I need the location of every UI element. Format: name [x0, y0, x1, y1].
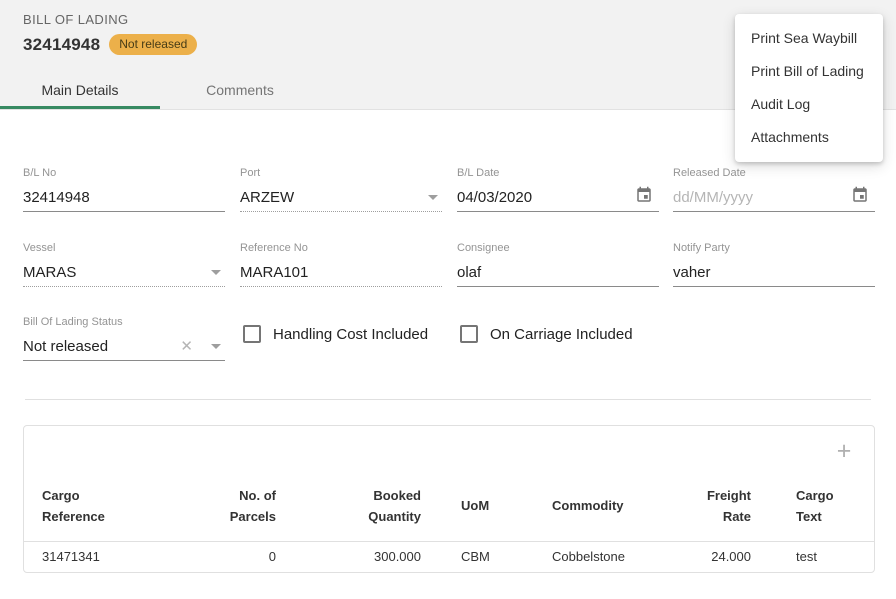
bl-date-label: B/L Date — [457, 167, 659, 183]
port-value: ARZEW — [240, 189, 422, 206]
col-freight-rate: Freight Rate — [697, 471, 751, 541]
field-consignee: Consignee — [457, 242, 659, 287]
vessel-label: Vessel — [23, 242, 225, 258]
menu-item-attachments[interactable]: Attachments — [735, 121, 883, 154]
reference-no-label: Reference No — [240, 242, 442, 258]
bl-no-label: B/L No — [23, 167, 225, 183]
cell-uom[interactable]: CBM — [444, 541, 552, 572]
handling-cost-checkbox[interactable] — [243, 325, 261, 343]
bill-of-lading-page: BILL OF LADING 32414948 Not released Mai… — [0, 0, 896, 599]
cargo-table-header-row: Cargo Reference No. of Parcels Booked Qu… — [24, 471, 874, 541]
tab-main-details[interactable]: Main Details — [0, 71, 160, 109]
bl-date-input[interactable] — [457, 189, 635, 206]
handling-cost-checkline: Handling Cost Included — [243, 324, 428, 344]
col-commodity: Commodity — [552, 471, 697, 541]
vessel-value: MARAS — [23, 264, 205, 281]
cell-booked-quantity[interactable]: 300.000 — [296, 541, 444, 572]
bl-status-select[interactable]: Not released ✕ — [23, 332, 225, 361]
col-cargo-reference: Cargo Reference — [24, 471, 224, 541]
cell-no-of-parcels[interactable]: 0 — [224, 541, 296, 572]
menu-item-audit-log[interactable]: Audit Log — [735, 88, 883, 121]
bl-number-row: 32414948 Not released — [23, 34, 197, 55]
calendar-icon[interactable] — [635, 186, 653, 209]
vessel-select[interactable]: MARAS — [23, 258, 225, 287]
cell-cargo-reference[interactable]: 31471341 — [24, 541, 224, 572]
status-badge: Not released — [109, 34, 197, 55]
field-port: Port ARZEW — [240, 167, 442, 212]
field-bl-no: B/L No — [23, 167, 225, 212]
notify-party-label: Notify Party — [673, 242, 875, 258]
on-carriage-checkbox[interactable] — [460, 325, 478, 343]
cell-cargo-text[interactable]: test — [751, 541, 874, 572]
field-released-date: Released Date — [673, 167, 875, 212]
field-reference-no: Reference No — [240, 242, 442, 287]
tab-comments[interactable]: Comments — [160, 71, 320, 109]
context-menu: Print Sea Waybill Print Bill of Lading A… — [735, 14, 883, 162]
table-row[interactable]: 31471341 0 300.000 CBM Cobbelstone 24.00… — [24, 541, 874, 572]
menu-item-print-bill-of-lading[interactable]: Print Bill of Lading — [735, 55, 883, 88]
consignee-input[interactable] — [457, 264, 659, 281]
page-title: BILL OF LADING — [23, 12, 129, 27]
field-vessel: Vessel MARAS — [23, 242, 225, 287]
bl-status-value: Not released — [23, 338, 180, 355]
calendar-icon[interactable] — [851, 186, 869, 209]
field-bl-date: B/L Date — [457, 167, 659, 212]
reference-no-input[interactable] — [240, 264, 442, 281]
field-notify-party: Notify Party — [673, 242, 875, 287]
consignee-label: Consignee — [457, 242, 659, 258]
add-cargo-button[interactable]: + — [832, 440, 856, 464]
chevron-down-icon[interactable] — [211, 344, 221, 349]
bl-status-label: Bill Of Lading Status — [23, 316, 225, 332]
chevron-down-icon[interactable] — [211, 270, 221, 275]
on-carriage-label: On Carriage Included — [490, 326, 633, 343]
released-date-label: Released Date — [673, 167, 875, 183]
port-label: Port — [240, 167, 442, 183]
bl-no-input[interactable] — [23, 189, 225, 206]
field-bl-status: Bill Of Lading Status Not released ✕ — [23, 316, 225, 361]
on-carriage-checkline: On Carriage Included — [460, 324, 633, 344]
cargo-table: Cargo Reference No. of Parcels Booked Qu… — [24, 471, 874, 572]
cell-freight-rate[interactable]: 24.000 — [697, 541, 751, 572]
section-divider — [25, 399, 871, 400]
handling-cost-label: Handling Cost Included — [273, 326, 428, 343]
menu-item-print-sea-waybill[interactable]: Print Sea Waybill — [735, 22, 883, 55]
port-select[interactable]: ARZEW — [240, 183, 442, 212]
clear-icon[interactable]: ✕ — [180, 337, 193, 355]
cargo-card: + Cargo Reference No. of Parcels Booked … — [23, 425, 875, 573]
active-tab-indicator — [0, 106, 160, 109]
col-no-of-parcels: No. of Parcels — [224, 471, 296, 541]
bl-number: 32414948 — [23, 35, 100, 55]
released-date-input[interactable] — [673, 189, 851, 206]
notify-party-input[interactable] — [673, 264, 875, 281]
cell-commodity[interactable]: Cobbelstone — [552, 541, 697, 572]
col-booked-quantity: Booked Quantity — [296, 471, 444, 541]
tab-bar: Main Details Comments — [0, 71, 320, 109]
col-cargo-text: Cargo Text — [751, 471, 874, 541]
col-uom: UoM — [444, 471, 552, 541]
chevron-down-icon[interactable] — [428, 195, 438, 200]
